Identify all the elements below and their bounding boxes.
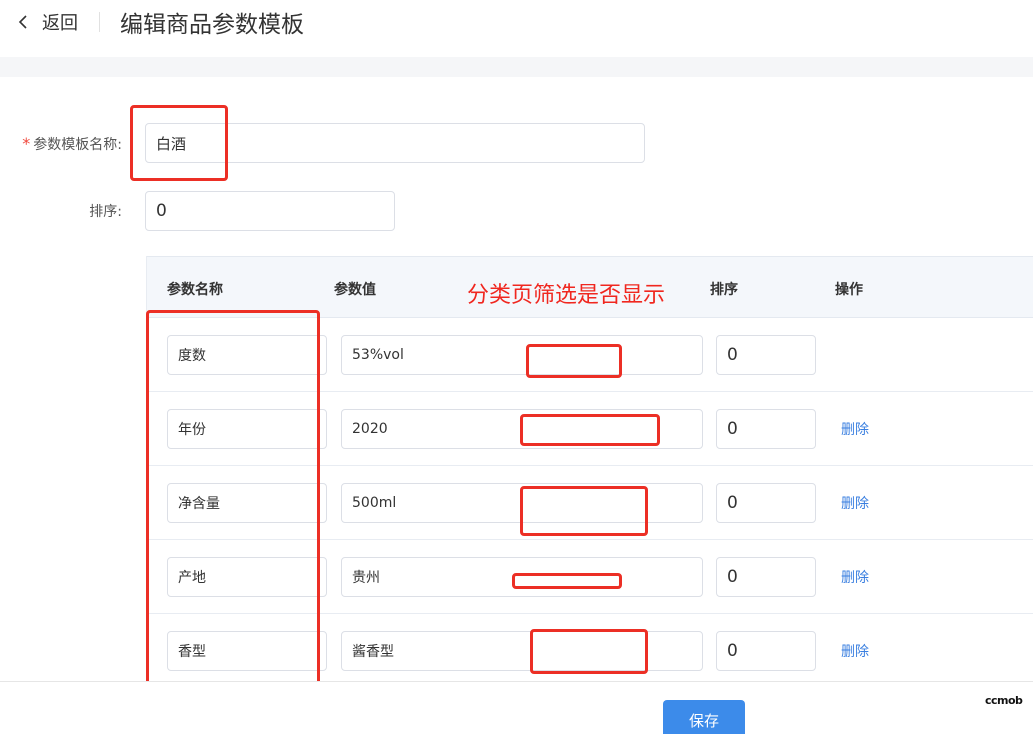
sort-label: 排序:: [89, 204, 122, 220]
col-header-name: 参数名称: [167, 282, 223, 298]
delete-link[interactable]: 删除: [841, 567, 869, 587]
param-sort-input[interactable]: 0: [716, 409, 816, 449]
annotation-box-row5: [530, 629, 648, 674]
template-name-label: * 参数模板名称:: [8, 134, 122, 154]
footer-bar: [0, 681, 1033, 734]
param-value-text: 500ml: [352, 495, 397, 511]
watermark-logo: ccmob: [985, 694, 1023, 707]
delete-link[interactable]: 删除: [841, 641, 869, 661]
header-divider: [99, 12, 100, 32]
sort-input[interactable]: 0: [145, 191, 395, 231]
required-mark: *: [22, 134, 31, 153]
param-value-input[interactable]: 53%vol: [341, 335, 703, 375]
annotation-box-template-name: [130, 105, 228, 181]
param-sort-value: 0: [727, 567, 738, 587]
param-sort-input[interactable]: 0: [716, 631, 816, 671]
param-sort-value: 0: [727, 493, 738, 513]
param-sort-value: 0: [727, 345, 738, 365]
annotation-box-row4: [512, 573, 622, 589]
col-header-value: 参数值: [334, 282, 376, 298]
param-sort-value: 0: [727, 419, 738, 439]
annotation-box-row2: [520, 414, 660, 446]
annotation-text: 分类页筛选是否显示: [467, 283, 666, 308]
annotation-box-param-names: [146, 310, 320, 693]
annotation-box-row1: [526, 344, 622, 378]
param-sort-value: 0: [727, 641, 738, 661]
param-value-input[interactable]: 酱香型: [341, 631, 703, 671]
col-header-action: 操作: [835, 282, 863, 298]
delete-link[interactable]: 删除: [841, 493, 869, 513]
template-name-label-text: 参数模板名称:: [33, 137, 122, 153]
back-label: 返回: [42, 13, 78, 34]
param-value-text: 酱香型: [352, 644, 394, 660]
page-header: 返回 编辑商品参数模板: [0, 0, 1033, 44]
param-sort-input[interactable]: 0: [716, 483, 816, 523]
save-button[interactable]: 保存: [663, 700, 745, 734]
param-sort-input[interactable]: 0: [716, 335, 816, 375]
param-sort-input[interactable]: 0: [716, 557, 816, 597]
col-header-sort: 排序: [710, 282, 738, 298]
annotation-box-row3: [520, 486, 648, 536]
delete-link[interactable]: 删除: [841, 419, 869, 439]
param-value-text: 53%vol: [352, 347, 404, 363]
section-separator: [0, 57, 1033, 77]
page-title: 编辑商品参数模板: [120, 12, 304, 38]
chevron-left-icon: [16, 10, 30, 34]
sort-value: 0: [156, 201, 167, 221]
param-value-text: 2020: [352, 421, 388, 437]
back-button[interactable]: 返回: [16, 9, 78, 35]
param-value-text: 贵州: [352, 570, 380, 586]
